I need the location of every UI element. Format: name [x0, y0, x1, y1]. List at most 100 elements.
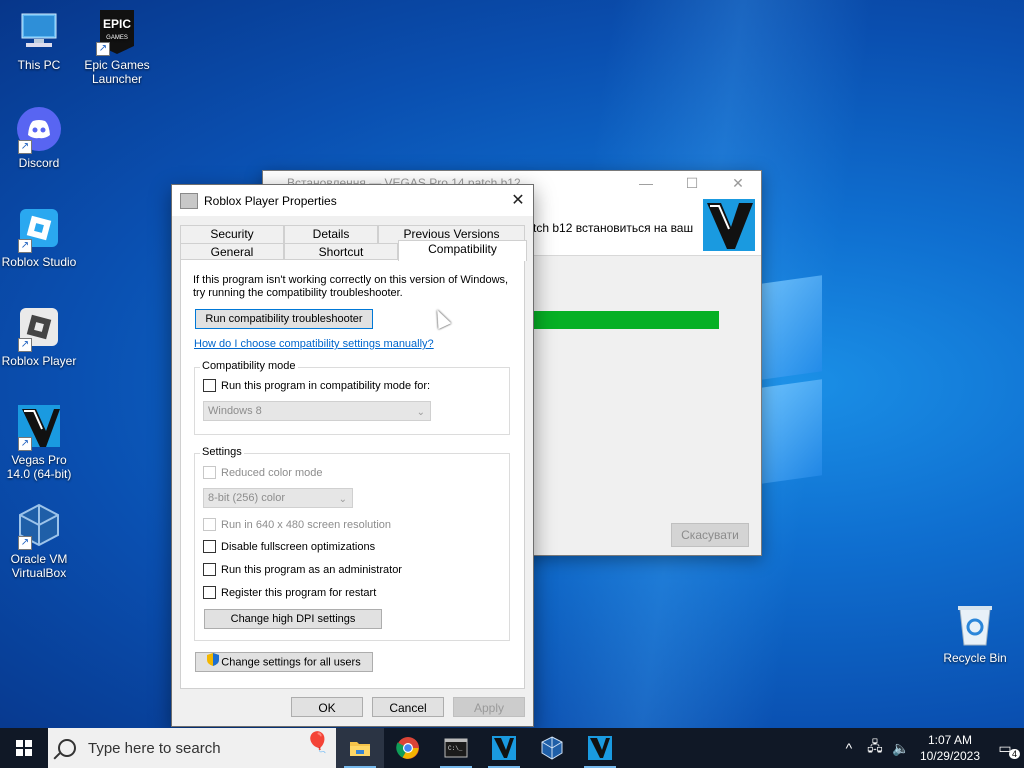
settings-label: Settings: [200, 446, 244, 458]
desktop-icon-discord[interactable]: ↗ Discord: [1, 106, 77, 170]
taskbar-vegas-pro-2[interactable]: [576, 728, 624, 768]
desktop-icon-label: Recycle Bin: [943, 651, 1007, 665]
taskbar: Type here to search 🎈 C:\_ ^ 🖧 🔈 1:07 AM…: [0, 728, 1024, 768]
chevron-up-icon[interactable]: ^: [838, 740, 860, 756]
vegas-pro-icon: [492, 736, 516, 760]
desktop-icon-virtualbox[interactable]: ↗ Oracle VM VirtualBox: [1, 502, 77, 580]
color-depth-select: 8-bit (256) color ⌄: [203, 488, 353, 508]
change-all-users-button[interactable]: Change settings for all users: [195, 652, 373, 672]
file-explorer-icon: [350, 742, 370, 756]
properties-dialog[interactable]: Roblox Player Properties ✕ Security Deta…: [171, 184, 534, 727]
compatibility-mode-label: Compatibility mode: [200, 360, 298, 372]
svg-text:EPIC: EPIC: [103, 17, 131, 31]
properties-icon: [180, 192, 198, 209]
desktop-icon-label: Vegas Pro 14.0 (64-bit): [6, 453, 72, 481]
tab-details[interactable]: Details: [284, 225, 378, 243]
desktop-icon-this-pc[interactable]: This PC: [1, 8, 77, 72]
uac-shield-icon: [207, 653, 220, 672]
ok-button[interactable]: OK: [291, 697, 363, 717]
tab-compatibility[interactable]: Compatibility: [398, 240, 527, 261]
dialog-titlebar[interactable]: Roblox Player Properties ✕: [172, 185, 533, 216]
epic-games-icon: EPIC GAMES ↗: [94, 8, 140, 56]
intro-line-2: try running the compatibility troublesho…: [193, 287, 403, 299]
search-highlight-icon: 🎈: [305, 732, 330, 754]
shortcut-arrow-icon: ↗: [18, 437, 32, 451]
close-icon[interactable]: ✕: [715, 171, 761, 195]
desktop-icon-label: This PC: [17, 58, 61, 72]
svg-text:C:\_: C:\_: [448, 745, 463, 752]
discord-icon: ↗: [16, 106, 62, 154]
desktop-icon-roblox-player[interactable]: ↗ Roblox Player: [1, 304, 77, 368]
start-button[interactable]: [0, 728, 48, 768]
run-troubleshooter-button[interactable]: Run compatibility troubleshooter: [195, 309, 373, 329]
checkbox-label: Reduced color mode: [221, 466, 323, 479]
virtualbox-icon: [541, 736, 563, 760]
network-icon[interactable]: 🖧: [864, 736, 886, 760]
desktop-icon-recycle-bin[interactable]: Recycle Bin: [937, 601, 1013, 665]
intro-line-1: If this program isn't working correctly …: [193, 274, 509, 286]
checkbox-box[interactable]: [203, 379, 216, 392]
manual-settings-link[interactable]: How do I choose compatibility settings m…: [194, 338, 434, 350]
desktop-icon-label: Discord: [18, 156, 60, 170]
shortcut-arrow-icon: ↗: [18, 239, 32, 253]
desktop-icon-roblox-studio[interactable]: ↗ Roblox Studio: [1, 205, 77, 269]
clock-time: 1:07 AM: [927, 733, 972, 747]
checkbox-box: [203, 466, 216, 479]
change-dpi-button[interactable]: Change high DPI settings: [204, 609, 382, 629]
chevron-down-icon: ⌄: [338, 494, 347, 505]
desktop-icon-vegas-pro[interactable]: ↗ Vegas Pro 14.0 (64-bit): [1, 403, 77, 481]
clock-date: 10/29/2023: [919, 749, 980, 763]
run-as-admin-checkbox[interactable]: Run this program as an administrator: [203, 563, 402, 576]
checkbox-label: Run this program as an administrator: [221, 563, 402, 576]
shortcut-arrow-icon: ↗: [18, 536, 32, 550]
notification-count-badge: 4: [1008, 748, 1020, 759]
search-icon: [58, 739, 76, 757]
register-restart-checkbox[interactable]: Register this program for restart: [203, 586, 376, 599]
checkbox-box[interactable]: [203, 540, 216, 553]
terminal-icon: C:\_: [444, 738, 468, 758]
checkbox-box: [203, 518, 216, 531]
checkbox-label: Disable fullscreen optimizations: [221, 540, 376, 553]
taskbar-clock[interactable]: 1:07 AM 10/29/2023: [920, 732, 980, 764]
svg-text:GAMES: GAMES: [106, 35, 128, 41]
vegas-cancel-button[interactable]: Скасувати: [671, 523, 749, 547]
reduced-color-checkbox: Reduced color mode: [203, 466, 323, 479]
virtualbox-icon: ↗: [16, 502, 62, 550]
desktop-icon-label: Epic Games Launcher: [84, 58, 150, 86]
vegas-message: tch b12 встановиться на ваш: [533, 221, 694, 235]
vegas-pro-icon: [588, 736, 612, 760]
disable-fullscreen-checkbox[interactable]: Disable fullscreen optimizations: [203, 540, 375, 553]
windows-start-icon: [16, 740, 32, 756]
desktop-icon-label: Oracle VM VirtualBox: [10, 552, 68, 580]
taskbar-chrome[interactable]: [384, 728, 432, 768]
recycle-bin-icon: [952, 601, 998, 647]
cancel-button[interactable]: Cancel: [372, 697, 444, 717]
desktop-icon-label: Roblox Studio: [1, 255, 77, 269]
desktop-icon-epic-games[interactable]: EPIC GAMES ↗ Epic Games Launcher: [79, 8, 155, 86]
apply-button[interactable]: Apply: [453, 697, 525, 717]
tab-security[interactable]: Security: [180, 225, 284, 243]
checkbox-box[interactable]: [203, 586, 216, 599]
taskbar-file-explorer[interactable]: [336, 728, 384, 768]
roblox-player-icon: ↗: [16, 304, 62, 352]
compat-mode-checkbox[interactable]: Run this program in compatibility mode f…: [203, 379, 430, 392]
shortcut-arrow-icon: ↗: [18, 140, 32, 154]
intro-text: If this program isn't working correctly …: [193, 274, 513, 300]
maximize-icon[interactable]: ☐: [669, 171, 715, 195]
minimize-icon[interactable]: —: [623, 171, 669, 195]
checkbox-box[interactable]: [203, 563, 216, 576]
taskbar-virtualbox[interactable]: [528, 728, 576, 768]
roblox-studio-icon: ↗: [16, 205, 62, 253]
taskbar-vegas-pro[interactable]: [480, 728, 528, 768]
notifications-icon[interactable]: ▭ 4: [994, 740, 1020, 759]
taskbar-terminal[interactable]: C:\_: [432, 728, 480, 768]
dialog-title: Roblox Player Properties: [204, 193, 337, 208]
chrome-icon: [396, 737, 419, 759]
volume-muted-icon[interactable]: 🔈: [890, 740, 912, 757]
checkbox-label: Run in 640 x 480 screen resolution: [221, 518, 391, 531]
checkbox-label: Register this program for restart: [221, 586, 377, 599]
close-icon[interactable]: ✕: [503, 185, 533, 216]
resolution-checkbox: Run in 640 x 480 screen resolution: [203, 518, 391, 531]
compat-os-select[interactable]: Windows 8 ⌄: [203, 401, 431, 421]
taskbar-search-box[interactable]: Type here to search 🎈: [48, 728, 336, 768]
